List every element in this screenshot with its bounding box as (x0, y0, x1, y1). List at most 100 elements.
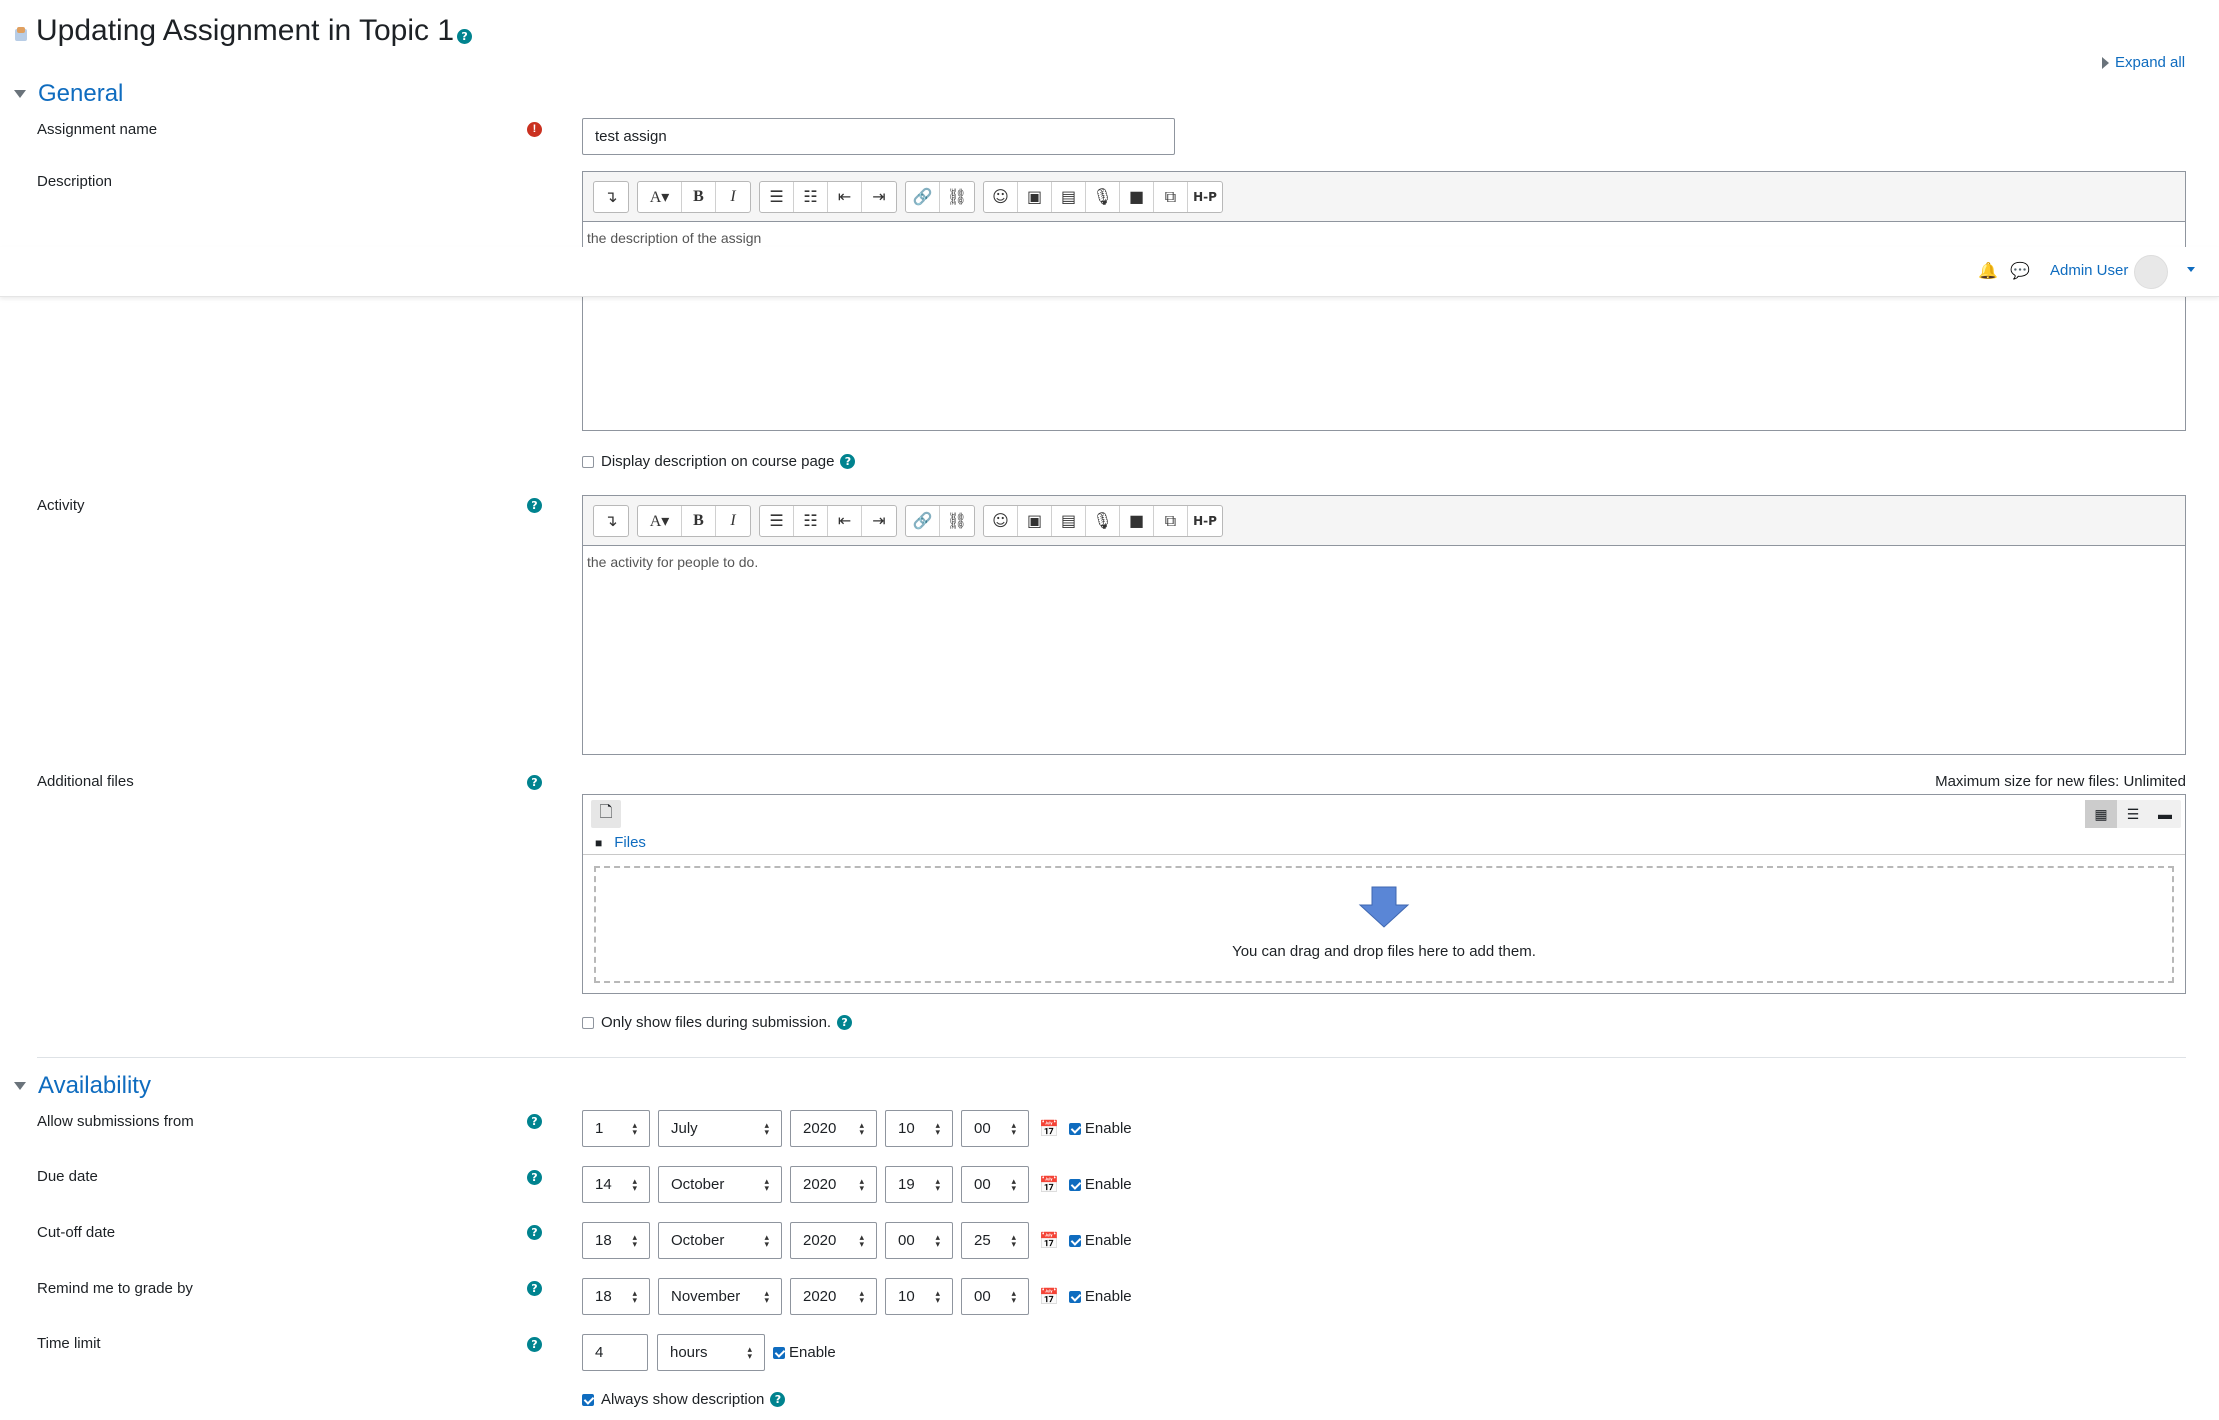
calendar-icon[interactable]: 📅 (1039, 1231, 1059, 1251)
help-icon[interactable]: ? (527, 498, 542, 513)
year-select[interactable]: 2020 ▴ ▾ (790, 1110, 877, 1147)
italic-button[interactable]: I (716, 182, 750, 212)
add-file-icon[interactable]: 🗋 (591, 800, 621, 828)
image-icon[interactable]: ▣ (1018, 181, 1052, 212)
media-icon[interactable]: ▤ (1052, 181, 1086, 212)
day-select[interactable]: 1 ▴ ▾ (582, 1110, 650, 1147)
manage-files-icon[interactable]: ⧉ (1154, 181, 1188, 212)
numbered-list-icon[interactable]: ☷ (794, 181, 828, 212)
minute-select[interactable]: 00 ▴ ▾ (961, 1110, 1029, 1147)
month-select[interactable]: July ▴ ▾ (658, 1110, 782, 1147)
collapse-toolbar-button[interactable]: ↴ (594, 182, 628, 212)
time-limit-enable-checkbox[interactable] (773, 1346, 785, 1359)
emoji-icon[interactable]: ☺ (984, 505, 1018, 536)
indent-icon[interactable]: ⇥ (862, 182, 896, 212)
help-icon[interactable]: ? (527, 1170, 542, 1185)
microphone-icon[interactable]: 🎙 (1086, 505, 1120, 536)
hour-select[interactable]: 19 ▴ ▾ (885, 1166, 953, 1203)
minute-select[interactable]: 25 ▴ ▾ (961, 1222, 1029, 1259)
paragraph-style-button[interactable]: A▾ (638, 181, 682, 212)
updown-icon: ▴ ▾ (935, 1231, 940, 1249)
numbered-list-icon[interactable]: ☷ (794, 505, 828, 536)
enable-checkbox[interactable] (1068, 1234, 1081, 1247)
minute-select[interactable]: 00 ▴ ▾ (961, 1166, 1029, 1203)
help-icon[interactable]: ? (527, 1114, 542, 1129)
user-menu-caret-icon[interactable] (2187, 267, 2195, 272)
help-icon[interactable]: ? (457, 28, 473, 44)
day-select[interactable]: 14 ▴ ▾ (582, 1166, 650, 1203)
h5p-icon[interactable]: H-P (1188, 506, 1222, 536)
grid-view-icon[interactable]: ▦ (2085, 800, 2117, 828)
hour-select[interactable]: 10 ▴ ▾ (885, 1110, 953, 1147)
assignment-name-input[interactable]: test assign (582, 118, 1175, 155)
time-limit-row: 4 hours ▴ ▾ Enable (582, 1334, 836, 1371)
link-icon[interactable]: 🔗 (906, 181, 940, 212)
general-section-toggle[interactable]: General (14, 80, 123, 108)
day-select[interactable]: 18 ▴ ▾ (582, 1222, 650, 1259)
help-icon[interactable]: ? (527, 1225, 542, 1240)
enable-checkbox[interactable] (1068, 1178, 1081, 1191)
always-show-checkbox[interactable] (582, 1393, 594, 1406)
only-show-files-checkbox[interactable] (582, 1016, 594, 1029)
unlink-icon[interactable]: ⛓ (940, 182, 974, 212)
indent-icon[interactable]: ⇥ (862, 506, 896, 536)
help-icon[interactable]: ? (527, 775, 542, 790)
emoji-icon[interactable]: ☺ (984, 181, 1018, 212)
collapse-toolbar-button[interactable]: ↴ (594, 506, 628, 536)
bold-button[interactable]: B (682, 181, 716, 212)
help-icon[interactable]: ? (527, 1281, 542, 1296)
outdent-icon[interactable]: ⇤ (828, 181, 862, 212)
year-select[interactable]: 2020 ▴ ▾ (790, 1222, 877, 1259)
month-select[interactable]: November ▴ ▾ (658, 1278, 782, 1315)
bell-icon[interactable]: 🔔 (1978, 261, 1998, 281)
minute-select[interactable]: 00 ▴ ▾ (961, 1278, 1029, 1315)
link-icon[interactable]: 🔗 (906, 505, 940, 536)
bold-button[interactable]: B (682, 505, 716, 536)
media-icon[interactable]: ▤ (1052, 505, 1086, 536)
h5p-icon[interactable]: H-P (1188, 182, 1222, 212)
hour-select[interactable]: 00 ▴ ▾ (885, 1222, 953, 1259)
unlink-icon[interactable]: ⛓ (940, 506, 974, 536)
avatar[interactable] (2134, 255, 2168, 289)
bullet-list-icon[interactable]: ☰ (760, 505, 794, 536)
month-select[interactable]: October ▴ ▾ (658, 1166, 782, 1203)
help-icon[interactable]: ? (770, 1392, 786, 1407)
bullet-list-icon[interactable]: ☰ (760, 181, 794, 212)
time-limit-unit-select[interactable]: hours ▴ ▾ (657, 1334, 765, 1371)
manage-files-icon[interactable]: ⧉ (1154, 505, 1188, 536)
updown-icon: ▴ ▾ (859, 1287, 864, 1305)
help-icon[interactable]: ? (527, 1337, 542, 1352)
files-link[interactable]: Files (614, 834, 646, 851)
date-selector-row: 18 ▴ ▾ October ▴ ▾ 2020 ▴ ▾ 00 ▴ ▾ 25 ▴ ▾ 📅 Enable (582, 1222, 1132, 1259)
file-picker: 🗋 ▦ ☰ ▬ ■ Files You can drag and drop fi… (582, 794, 2186, 994)
enable-checkbox[interactable] (1068, 1122, 1081, 1135)
video-camera-icon[interactable]: ■ (1120, 181, 1154, 212)
activity-editor[interactable]: the activity for people to do. (582, 546, 2186, 755)
help-icon[interactable]: ? (837, 1015, 853, 1030)
year-select[interactable]: 2020 ▴ ▾ (790, 1278, 877, 1315)
video-camera-icon[interactable]: ■ (1120, 505, 1154, 536)
file-drop-zone[interactable]: You can drag and drop files here to add … (594, 866, 2174, 983)
list-view-icon[interactable]: ☰ (2117, 800, 2149, 828)
microphone-icon[interactable]: 🎙 (1086, 181, 1120, 212)
help-icon[interactable]: ? (840, 454, 856, 469)
day-select[interactable]: 18 ▴ ▾ (582, 1278, 650, 1315)
calendar-icon[interactable]: 📅 (1039, 1119, 1059, 1139)
calendar-icon[interactable]: 📅 (1039, 1287, 1059, 1307)
time-limit-input[interactable]: 4 (582, 1334, 648, 1371)
chat-icon[interactable]: 💬 (2010, 261, 2030, 281)
calendar-icon[interactable]: 📅 (1039, 1175, 1059, 1195)
outdent-icon[interactable]: ⇤ (828, 505, 862, 536)
enable-checkbox[interactable] (1068, 1290, 1081, 1303)
paragraph-style-button[interactable]: A▾ (638, 505, 682, 536)
tree-view-icon[interactable]: ▬ (2149, 800, 2181, 828)
image-icon[interactable]: ▣ (1018, 505, 1052, 536)
availability-section-toggle[interactable]: Availability (14, 1072, 151, 1100)
display-description-checkbox[interactable] (582, 455, 594, 468)
hour-select[interactable]: 10 ▴ ▾ (885, 1278, 953, 1315)
year-select[interactable]: 2020 ▴ ▾ (790, 1166, 877, 1203)
month-select[interactable]: October ▴ ▾ (658, 1222, 782, 1259)
user-menu-name[interactable]: Admin User (2050, 262, 2128, 279)
expand-all-link[interactable]: Expand all (2102, 54, 2185, 71)
italic-button[interactable]: I (716, 506, 750, 536)
